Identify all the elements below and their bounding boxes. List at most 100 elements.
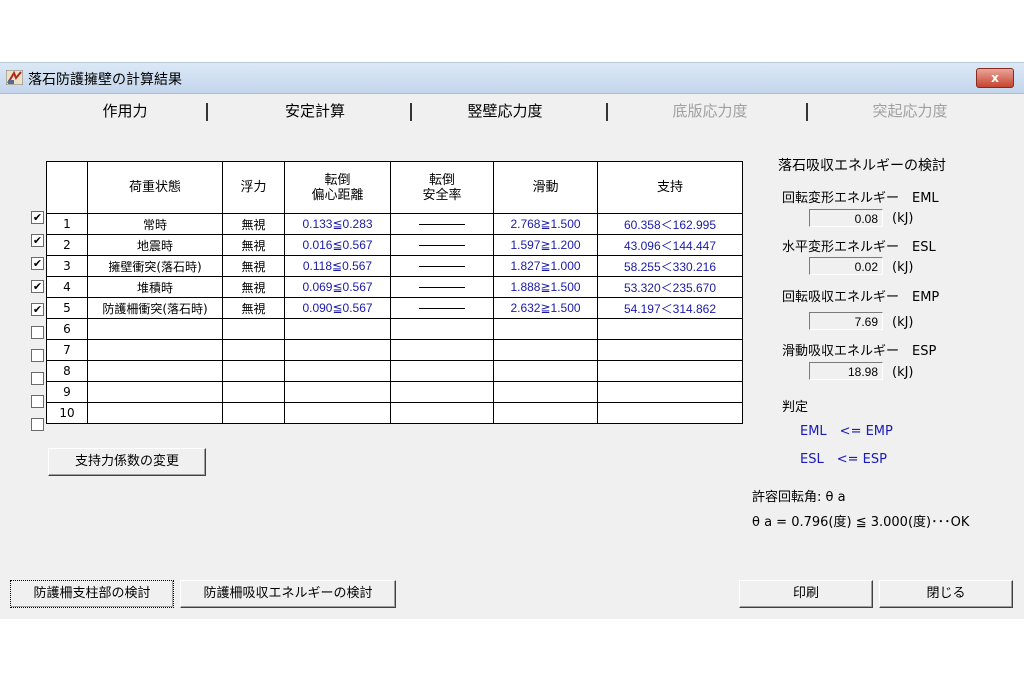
header-text: 転倒 xyxy=(428,172,455,188)
row-overturn-sf xyxy=(390,360,494,382)
dash-line xyxy=(419,224,465,225)
table-row: 2 地震時 無視 0.016≦0.567 1.597≧1.200 43.096＜144.4… xyxy=(46,234,743,256)
row-checkbox[interactable]: ✔ xyxy=(31,234,44,247)
row-load-state xyxy=(87,402,223,424)
esl-label: 水平変形エネルギー ESL xyxy=(782,240,936,255)
fence-energy-button[interactable]: 防護柵吸収エネルギーの検討 xyxy=(180,580,396,608)
dash-line xyxy=(419,266,465,267)
table-row: 9 xyxy=(46,381,743,403)
row-number: 4 xyxy=(46,276,88,298)
row-checkbox[interactable] xyxy=(31,372,44,385)
tab-projection-stress[interactable]: 突起応力度 xyxy=(845,99,975,123)
row-overturn-ecc: 0.118≦0.567 xyxy=(284,255,391,277)
row-buoyancy xyxy=(222,381,285,403)
row-buoyancy xyxy=(222,339,285,361)
row-buoyancy: 無視 xyxy=(222,234,285,256)
row-load-state xyxy=(87,360,223,382)
close-window-button[interactable]: x xyxy=(976,68,1014,88)
table-row: 8 xyxy=(46,360,743,382)
close-button[interactable]: 閉じる xyxy=(879,580,1013,608)
row-overturn-ecc: 0.090≦0.567 xyxy=(284,297,391,319)
check-icon: ✔ xyxy=(32,234,43,247)
row-load-state: 防護柵衝突(落石時) xyxy=(87,297,223,319)
row-load-state xyxy=(87,381,223,403)
row-sliding xyxy=(493,339,598,361)
check-icon: ✔ xyxy=(32,303,43,316)
tab-separator xyxy=(606,103,608,121)
stability-table: 荷重状態 浮力 転倒 偏心距離 転倒 安全率 滑動 支持 1 常時 無視 0.133≦0.… xyxy=(46,161,743,424)
row-checkbox[interactable] xyxy=(31,349,44,362)
esp-label: 滑動吸収エネルギー ESP xyxy=(782,344,937,359)
row-bearing xyxy=(597,381,743,403)
row-sliding: 2.768≧1.500 xyxy=(493,213,598,235)
dash-line xyxy=(419,308,465,309)
check-icon: ✔ xyxy=(32,211,43,224)
row-sliding xyxy=(493,318,598,340)
tab-separator xyxy=(206,103,208,121)
table-row: 10 xyxy=(46,402,743,424)
row-load-state: 擁壁衝突(落石時) xyxy=(87,255,223,277)
tab-stability[interactable]: 安定計算 xyxy=(250,99,380,123)
row-buoyancy xyxy=(222,402,285,424)
tab-label: 安定計算 xyxy=(284,102,345,120)
row-checkbox[interactable] xyxy=(31,418,44,431)
row-bearing xyxy=(597,402,743,424)
row-bearing xyxy=(597,360,743,382)
tab-base-stress[interactable]: 底版応力度 xyxy=(645,99,775,123)
row-number: 5 xyxy=(46,297,88,319)
title-bar[interactable]: 落石防護擁壁の計算結果 x xyxy=(0,63,1024,94)
row-buoyancy xyxy=(222,360,285,382)
row-overturn-ecc xyxy=(284,339,391,361)
eml-label: 回転変形エネルギー EML xyxy=(782,191,939,206)
row-checkbox[interactable]: ✔ xyxy=(31,280,44,293)
emp-unit: (kJ) xyxy=(892,315,914,330)
row-bearing: 54.197＜314.862 xyxy=(597,297,743,319)
table-body: 1 常時 無視 0.133≦0.283 2.768≧1.500 60.358＜162.99… xyxy=(46,213,743,424)
row-bearing xyxy=(597,318,743,340)
row-sliding: 1.827≧1.000 xyxy=(493,255,598,277)
row-checkbox[interactable]: ✔ xyxy=(31,257,44,270)
print-button[interactable]: 印刷 xyxy=(739,580,873,608)
esl-value: 0.02 xyxy=(809,257,883,275)
row-buoyancy xyxy=(222,318,285,340)
table-header-row: 荷重状態 浮力 転倒 偏心距離 転倒 安全率 滑動 支持 xyxy=(46,161,743,214)
row-overturn-sf xyxy=(390,234,494,256)
header-buoyancy: 浮力 xyxy=(222,161,285,214)
table-row: 6 xyxy=(46,318,743,340)
header-bearing: 支持 xyxy=(597,161,743,214)
eml-unit: (kJ) xyxy=(892,211,914,226)
row-overturn-ecc: 0.016≦0.567 xyxy=(284,234,391,256)
tab-label: 竪壁応力度 xyxy=(467,102,543,120)
esl-unit: (kJ) xyxy=(892,260,914,275)
fence-support-button[interactable]: 防護柵支柱部の検討 xyxy=(10,580,174,608)
row-overturn-ecc xyxy=(284,402,391,424)
header-overturn-sf: 転倒 安全率 xyxy=(390,161,494,214)
row-buoyancy: 無視 xyxy=(222,213,285,235)
change-bearing-coef-button[interactable]: 支持力係数の変更 xyxy=(48,448,206,476)
row-checkbox[interactable]: ✔ xyxy=(31,303,44,316)
row-overturn-sf xyxy=(390,339,494,361)
rotation-value: θ a = 0.796(度) ≦ 3.000(度)･･･OK xyxy=(752,515,970,530)
row-sliding: 1.888≧1.500 xyxy=(493,276,598,298)
tab-wall-stress[interactable]: 竪壁応力度 xyxy=(440,99,570,123)
dash-line xyxy=(419,287,465,288)
row-overturn-ecc xyxy=(284,318,391,340)
row-bearing: 60.358＜162.995 xyxy=(597,213,743,235)
table-row: 5 防護柵衝突(落石時) 無視 0.090≦0.567 2.632≧1.500 54.19… xyxy=(46,297,743,319)
esp-value: 18.98 xyxy=(809,362,883,380)
table-row: 3 擁壁衝突(落石時) 無視 0.118≦0.567 1.827≧1.000 58.255… xyxy=(46,255,743,277)
emp-label: 回転吸収エネルギー EMP xyxy=(782,290,940,305)
row-checkbox[interactable]: ✔ xyxy=(31,211,44,224)
row-checkbox[interactable] xyxy=(31,326,44,339)
row-buoyancy: 無視 xyxy=(222,255,285,277)
tab-separator xyxy=(410,103,412,121)
row-number: 6 xyxy=(46,318,88,340)
row-load-state: 堆積時 xyxy=(87,276,223,298)
row-bearing xyxy=(597,339,743,361)
header-text: 偏心距離 xyxy=(311,187,364,203)
row-bearing: 53.320＜235.670 xyxy=(597,276,743,298)
header-text: 安全率 xyxy=(422,187,462,203)
tab-label: 底版応力度 xyxy=(672,102,748,120)
row-checkbox[interactable] xyxy=(31,395,44,408)
tab-action-force[interactable]: 作用力 xyxy=(60,99,190,123)
